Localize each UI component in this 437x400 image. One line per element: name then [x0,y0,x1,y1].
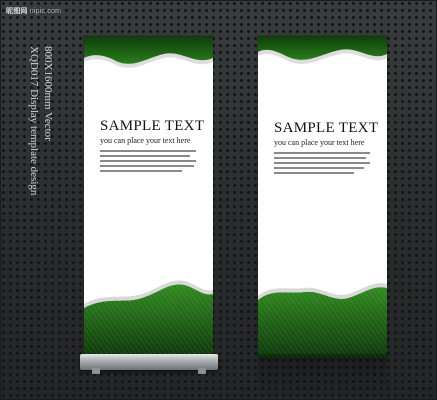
banner-right-shadow [258,354,387,400]
watermark: 昵图网 nipic.com [6,6,61,16]
banner-top-wave-icon [84,36,213,68]
banner-title: SAMPLE TEXT [100,118,205,134]
caption-line-2: 800X1600mm Vector [42,46,54,141]
banner-subtitle: you can place your text here [100,136,191,145]
banner-bottom-wave-icon [84,280,213,358]
banner-bottom-wave-icon [258,283,387,358]
body-text-placeholder [274,152,370,174]
text-line [100,165,194,167]
text-line [274,167,364,169]
text-line [274,157,366,159]
stand-foot-left [92,368,100,374]
text-line [274,152,370,154]
banner-title: SAMPLE TEXT [274,120,379,136]
watermark-url: nipic.com [29,8,62,15]
banner-right: SAMPLE TEXT you can place your text here [258,36,387,358]
text-line [100,170,182,172]
watermark-brand: 昵图网 [6,8,28,15]
text-line [100,160,196,162]
text-line [274,172,354,174]
banner-left: SAMPLE TEXT you can place your text here [84,36,213,358]
banner-top-wave-icon [258,36,387,64]
text-line [100,155,190,157]
banner-left-content: SAMPLE TEXT you can place your text here [84,118,213,175]
banner-right-content: SAMPLE TEXT you can place your text here [258,120,387,177]
stand-foot-right [198,368,206,374]
text-line [274,162,370,164]
text-line [100,150,196,152]
body-text-placeholder [100,150,196,172]
banner-subtitle: you can place your text here [274,138,365,147]
